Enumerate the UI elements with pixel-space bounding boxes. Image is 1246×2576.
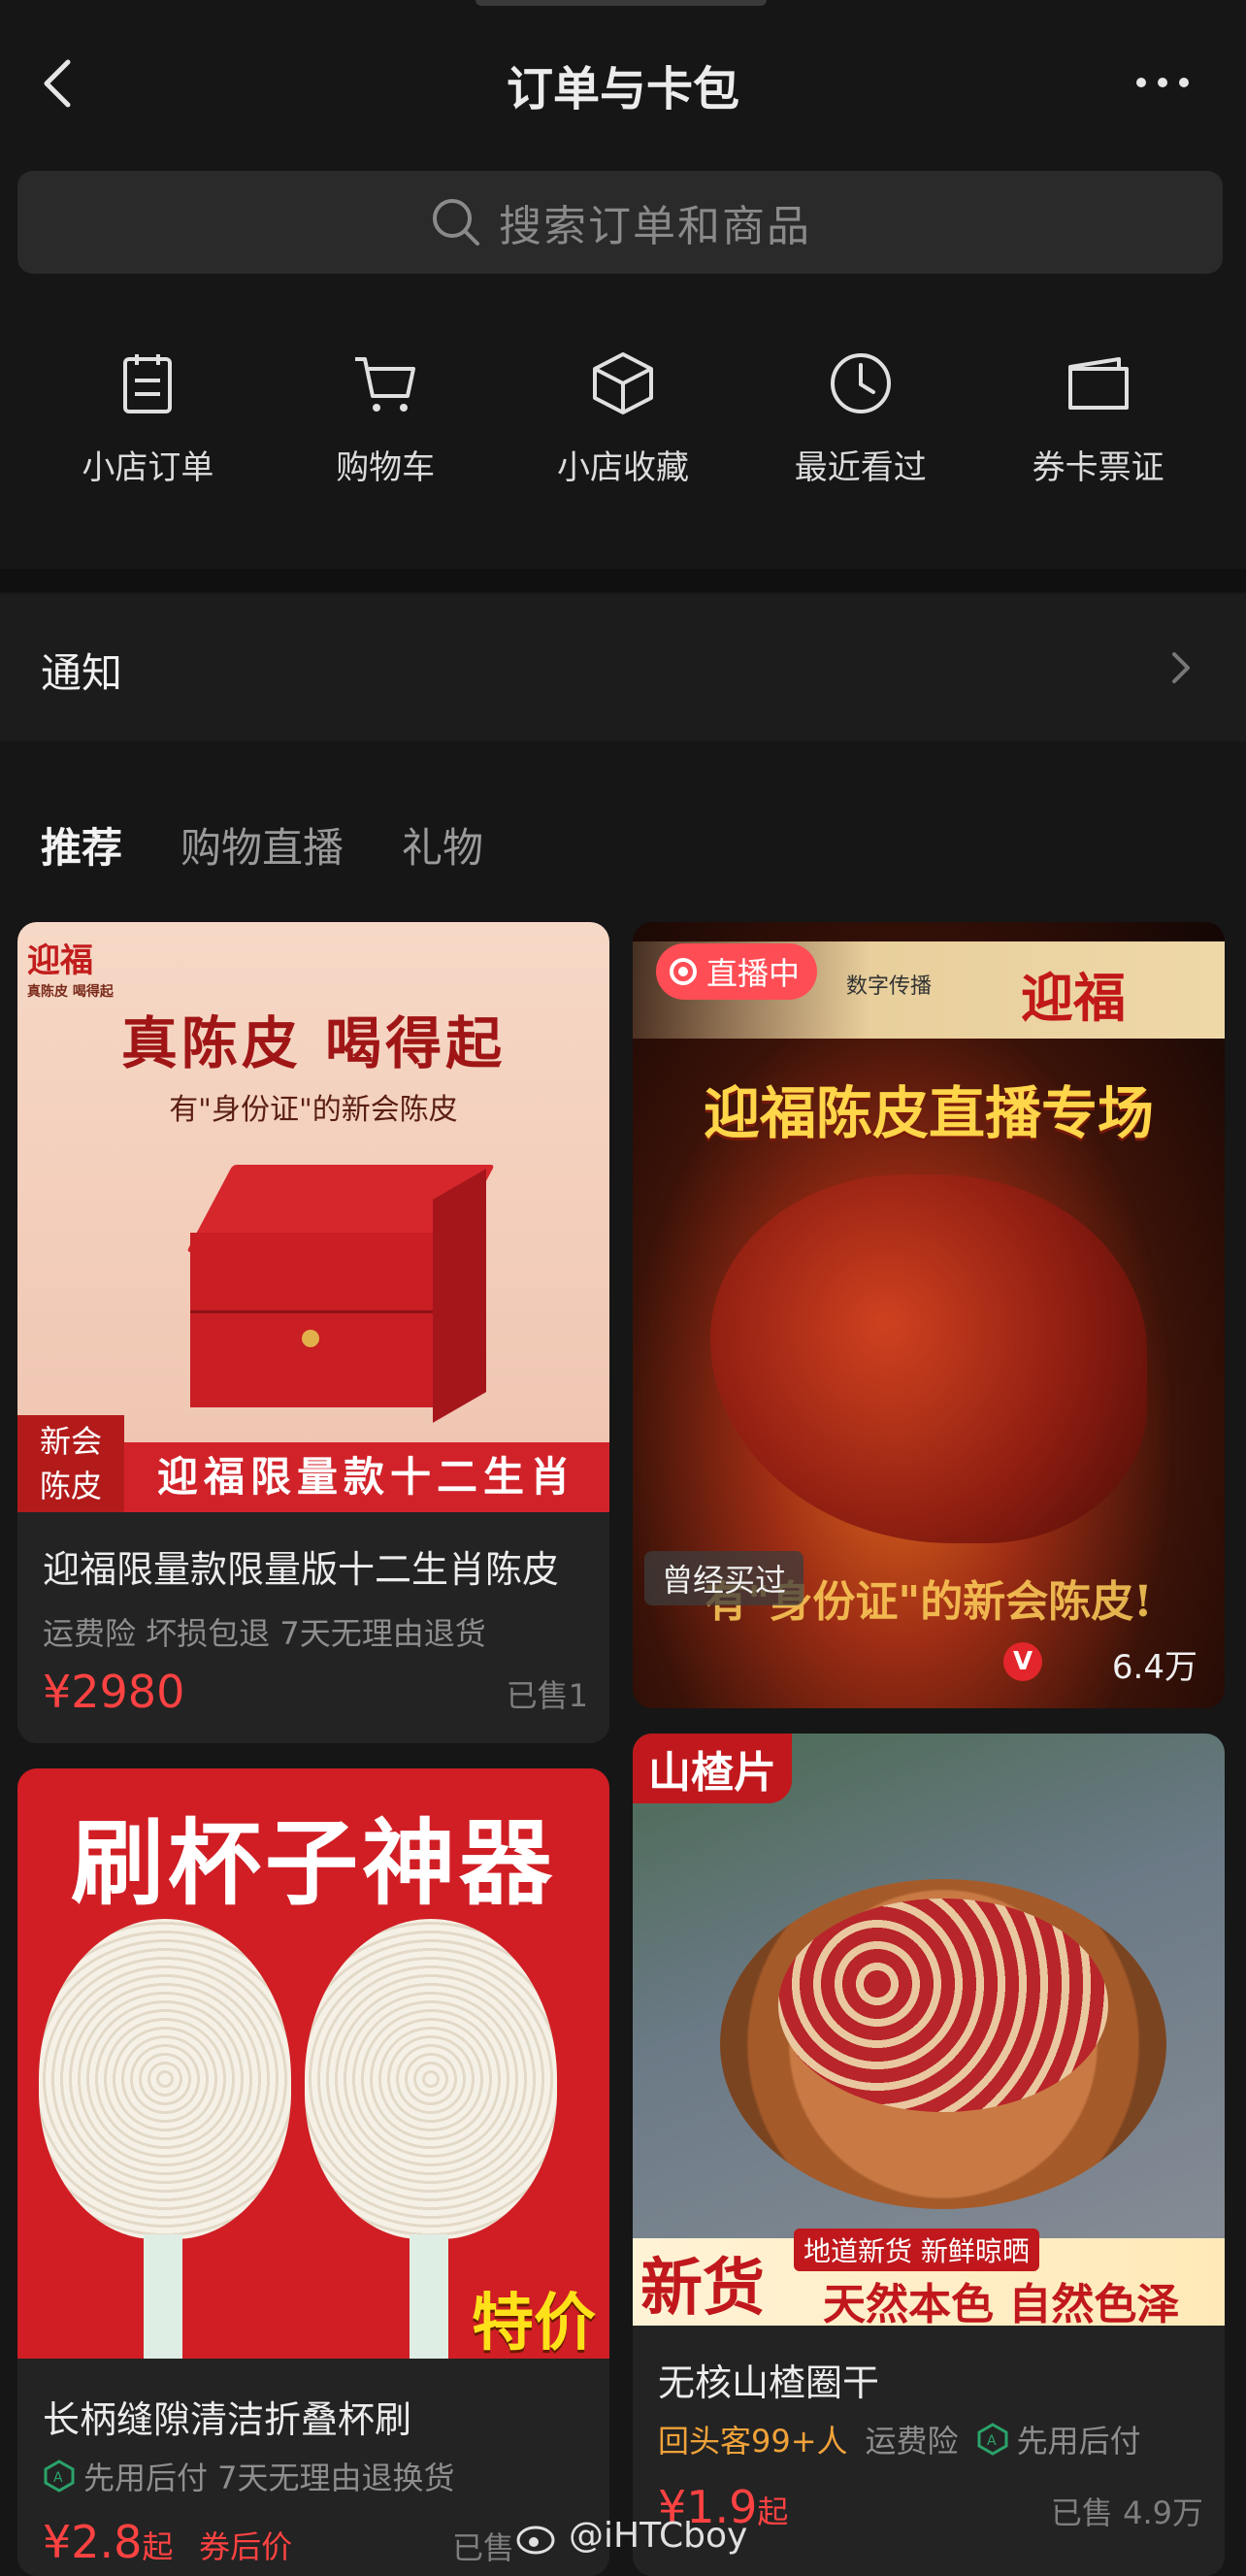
product-tags: 回头客99+人 运费险 A 先用后付 [658,2423,1141,2460]
notice-row[interactable]: 通知 [0,594,1246,742]
page-title: 订单与卡包 [506,62,739,116]
product-price: ¥2980 [43,1666,185,1718]
live-indicator-icon [670,958,697,985]
svg-text:A: A [987,2433,997,2449]
quick-action-recent[interactable]: 最近看过 [764,349,958,544]
product-title: 无核山楂圈干 [658,2361,880,2404]
product-card[interactable]: 山楂片 新货 地道新货 新鲜晾晒 天然本色 自然色泽 无核山楂圈干 回头客99+… [633,1734,1225,2576]
image-subline: 有"身份证"的新会陈皮 [169,1093,458,1127]
section-divider [0,569,1246,592]
chevron-right-icon [1172,652,1190,683]
dried-peel-graphic [710,1174,1147,1543]
live-stream-card[interactable]: 数字传播 迎福 迎福陈皮直播专场 有"身份证"的新会陈皮! 直播中 曾经买过 V… [633,922,1225,1708]
more-options-icon[interactable] [1133,68,1192,97]
product-card[interactable]: 迎福 真陈皮 喝得起 真陈皮 喝得起 有"身份证"的新会陈皮 新会 陈皮 迎福限… [17,922,609,1743]
quick-action-label: 购物车 [336,448,436,487]
product-title: 迎福限量款限量版十二生肖陈皮 [43,1548,560,1591]
product-image: 山楂片 新货 地道新货 新鲜晾晒 天然本色 自然色泽 [633,1734,1225,2326]
live-headline: 迎福陈皮直播专场 [703,1080,1154,1146]
quick-action-label: 券卡票证 [1032,448,1164,487]
product-title: 长柄缝隙清洁折叠杯刷 [43,2398,412,2441]
image-subline: 天然本色 自然色泽 [823,2280,1180,2326]
tab-gifts[interactable]: 礼物 [402,815,483,874]
product-price: ¥2.8起 券后价 [43,2516,293,2568]
quick-action-label: 最近看过 [794,448,927,487]
search-placeholder: 搜索订单和商品 [499,202,811,251]
product-tags: A 先用后付 7天无理由退换货 [43,2454,455,2498]
brush-graphic [39,1919,291,2239]
search-bar[interactable]: 搜索订单和商品 [17,171,1223,274]
product-card[interactable]: 刷杯子神器 特价 长柄缝隙清洁折叠杯刷 A 先用后付 7天无理由退换货 ¥2.8… [17,1768,609,2576]
box-icon [592,352,653,414]
brush-graphic [305,1919,557,2239]
brand-logo: 迎福 真陈皮 喝得起 [27,941,114,1000]
image-headline: 真陈皮 喝得起 [120,1010,507,1076]
corner-badge: 特价 [472,2288,596,2359]
live-badge: 直播中 [656,943,818,1000]
image-headline: 刷杯子神器 [71,1809,556,1918]
notice-label: 通知 [41,649,123,697]
tab-shopping-live[interactable]: 购物直播 [180,815,344,874]
svg-text:A: A [53,2470,63,2486]
brush-handle [144,2234,182,2359]
search-icon [433,199,479,246]
weibo-icon [516,2526,555,2554]
bought-before-badge: 曾经买过 [644,1551,804,1605]
wallet-icon [1067,357,1129,410]
quick-action-favorites[interactable]: 小店收藏 [526,349,720,544]
product-image: 刷杯子神器 特价 [17,1768,609,2359]
product-tags: 运费险 坏损包退 7天无理由退货 [43,1615,486,1652]
quick-action-vouchers[interactable]: 券卡票证 [1001,349,1196,544]
product-sold: 已售 4.9万 [1050,2494,1203,2531]
viewer-count: 6.4万 [1111,1648,1197,1687]
quick-action-label: 小店收藏 [556,448,689,487]
product-image: 迎福 真陈皮 喝得起 真陈皮 喝得起 有"身份证"的新会陈皮 新会 陈皮 迎福限… [17,922,609,1512]
new-badge: 新货 [640,2252,765,2325]
quick-action-cart[interactable]: 购物车 [288,349,482,544]
tab-recommend[interactable]: 推荐 [41,815,122,874]
clock-icon [830,353,891,413]
cart-icon [355,357,416,412]
product-sold: 已售1 [506,1677,588,1714]
gift-box-graphic [186,1165,495,1423]
corner-badge: 新会 陈皮 [17,1415,124,1512]
corner-badge: 山楂片 [633,1734,792,1803]
hawthorn-slices [778,1899,1108,2112]
pay-later-icon: A [977,2423,1008,2456]
verified-icon: V [1003,1642,1042,1681]
clipboard-icon [123,354,173,413]
pay-later-icon: A [44,2460,75,2493]
brush-handle [410,2234,448,2359]
image-banner: 迎福限量款十二生肖 [124,1442,609,1512]
quick-actions: 小店订单 购物车 小店收藏 最近看过 券卡票证 [0,349,1246,544]
recommend-tabs: 推荐 购物直播 礼物 [41,815,483,874]
navigation-bar: 订单与卡包 [0,0,1246,165]
image-subline: 地道新货 新鲜晾晒 [794,2229,1039,2271]
quick-action-shop-orders[interactable]: 小店订单 [50,349,245,544]
watermark: @iHTCboy [514,2516,747,2556]
product-sold: 已售 [452,2529,515,2566]
quick-action-label: 小店订单 [82,448,214,487]
